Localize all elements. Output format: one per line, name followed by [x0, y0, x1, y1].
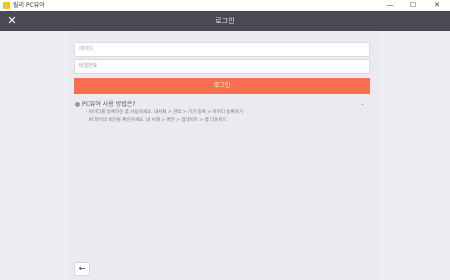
left-margin — [0, 31, 67, 280]
close-window-button[interactable]: ✕ — [427, 0, 447, 11]
page-title: 로그인 — [215, 17, 235, 25]
minimize-button[interactable]: — — [380, 0, 400, 11]
back-arrow-button[interactable]: ← — [74, 262, 90, 276]
right-margin — [380, 31, 450, 280]
faq-answer-line: · PC뷰어의 버전을 확인하세요. 내 서재 > 버전 > 업데이트 > 앱 … — [86, 118, 227, 123]
window-titlebar: 릴리 PC뷰어 — ☐ ✕ — [0, 0, 450, 11]
info-icon — [75, 101, 80, 107]
close-icon[interactable]: ✕ — [7, 14, 17, 28]
app-header: 로그인 ✕ — [0, 11, 450, 31]
window-title: 릴리 PC뷰어 — [13, 2, 45, 9]
faq-answer-line: · 아이디를 등록하신 후 사용하세요. 내서재 > 관리 > 기기 등록 > … — [86, 110, 243, 115]
password-input-placeholder: 비밀번호 — [79, 63, 98, 69]
faq-question-text: PC뷰어 사용 방법은? — [82, 101, 136, 108]
password-input[interactable]: 비밀번호 — [74, 59, 370, 74]
faq-question[interactable]: PC뷰어 사용 방법은? — [75, 101, 135, 108]
chevron-down-icon[interactable]: ⌄ — [360, 100, 365, 107]
app-logo-icon — [3, 2, 10, 9]
id-input-placeholder: 아이디 — [79, 46, 93, 52]
id-input[interactable]: 아이디 — [74, 42, 370, 57]
maximize-button[interactable]: ☐ — [403, 0, 423, 11]
login-button[interactable]: 로그인 — [74, 78, 370, 94]
